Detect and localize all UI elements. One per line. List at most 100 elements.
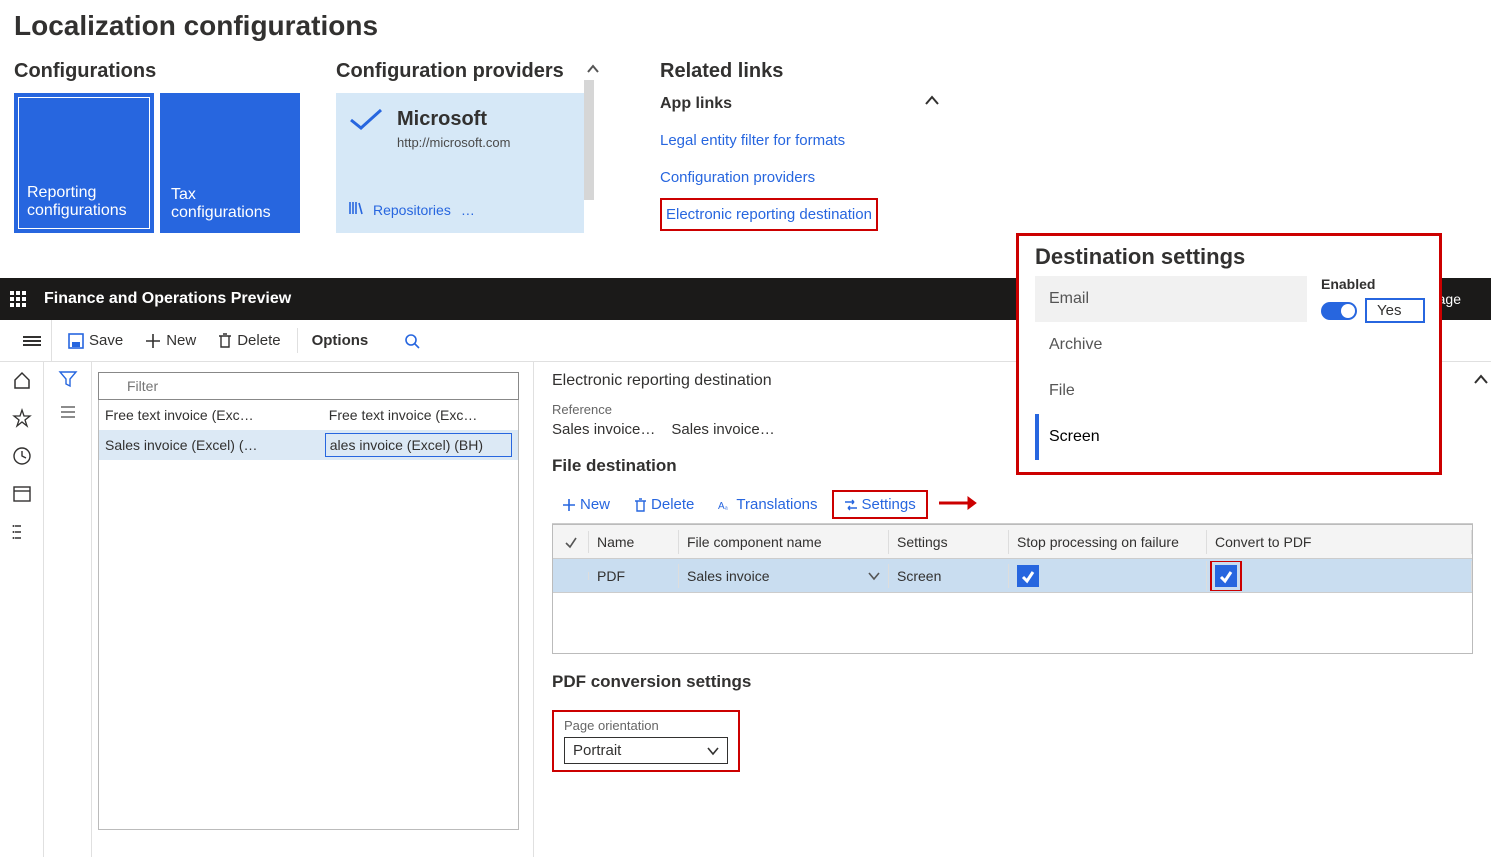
- file-dest-commands: New Delete Aᵃ Translations Settings: [552, 486, 1473, 524]
- provider-card[interactable]: Microsoft http://microsoft.com Repositor…: [336, 93, 584, 233]
- app-links-label: App links: [660, 95, 732, 113]
- dest-item-file[interactable]: File: [1035, 368, 1307, 414]
- settings-label: Settings: [862, 496, 916, 513]
- chevron-up-icon[interactable]: [1473, 372, 1489, 391]
- grid-header-row: Name File component name Settings Stop p…: [553, 525, 1472, 559]
- enabled-toggle[interactable]: [1321, 302, 1357, 320]
- filter-input[interactable]: [98, 372, 519, 400]
- cell-name[interactable]: PDF: [589, 564, 679, 588]
- link-legal-entity-filter[interactable]: Legal entity filter for formats: [660, 122, 940, 159]
- options-button[interactable]: Options: [297, 328, 379, 353]
- col-settings[interactable]: Settings: [889, 530, 1009, 554]
- related-links-heading: Related links: [660, 60, 940, 83]
- destination-settings-popover: Destination settings Email Archive File …: [1016, 233, 1442, 475]
- delete-button[interactable]: Delete: [208, 328, 290, 353]
- row-selector[interactable]: [553, 572, 589, 580]
- select-all-checkbox[interactable]: [553, 531, 589, 553]
- waffle-icon[interactable]: [10, 291, 26, 307]
- list-item-col2-edit[interactable]: ales invoice (Excel) (BH): [325, 433, 512, 457]
- new-label: New: [166, 332, 196, 349]
- link-electronic-reporting-destination[interactable]: Electronic reporting destination: [660, 198, 878, 231]
- app-links-header[interactable]: App links: [660, 93, 940, 114]
- link-configuration-providers[interactable]: Configuration providers: [660, 159, 940, 196]
- delete-button[interactable]: Delete: [624, 492, 704, 517]
- pdf-conversion-header: PDF conversion settings: [552, 672, 1473, 692]
- orientation-value: Portrait: [573, 742, 621, 759]
- recent-icon[interactable]: [12, 446, 32, 466]
- settings-button[interactable]: Settings: [832, 490, 928, 519]
- col-name[interactable]: Name: [589, 530, 679, 554]
- enabled-value[interactable]: Yes: [1365, 298, 1425, 323]
- options-label: Options: [312, 332, 369, 349]
- cell-component[interactable]: Sales invoice: [679, 564, 889, 588]
- dest-item-email[interactable]: Email: [1035, 276, 1307, 322]
- library-icon: [349, 201, 363, 218]
- reference-value: Sales invoice…: [671, 421, 774, 438]
- translations-button[interactable]: Aᵃ Translations: [708, 492, 827, 517]
- repositories-link[interactable]: Repositories: [373, 202, 451, 218]
- configurations-section: Configurations Reporting configurations …: [14, 60, 300, 233]
- workspace-icon[interactable]: [12, 484, 32, 504]
- list-item[interactable]: Free text invoice (Exc… Free text invoic…: [99, 400, 518, 430]
- check-icon: [349, 108, 383, 135]
- provider-scroll[interactable]: [584, 60, 602, 233]
- annotation-arrow-icon: [938, 495, 976, 514]
- svg-text:ᵃ: ᵃ: [725, 506, 728, 513]
- list-item-col2: Free text invoice (Exc…: [325, 403, 512, 427]
- new-button[interactable]: New: [135, 328, 206, 353]
- favorite-icon[interactable]: [12, 408, 32, 428]
- list-panel: Free text invoice (Exc… Free text invoic…: [92, 362, 534, 857]
- dest-item-screen[interactable]: Screen: [1035, 414, 1307, 460]
- cell-stop[interactable]: [1009, 561, 1207, 591]
- delete-label: Delete: [651, 496, 694, 513]
- col-stop[interactable]: Stop processing on failure: [1009, 530, 1207, 554]
- tile-label: Reporting configurations: [27, 184, 141, 220]
- chevron-up-icon[interactable]: [584, 60, 602, 78]
- list-item-col1: Free text invoice (Exc…: [105, 407, 325, 423]
- translations-label: Translations: [736, 496, 817, 513]
- enabled-label: Enabled: [1321, 276, 1425, 292]
- grid-row[interactable]: PDF Sales invoice Screen: [553, 559, 1472, 593]
- orientation-select[interactable]: Portrait: [564, 737, 728, 764]
- list-item[interactable]: Sales invoice (Excel) (… ales invoice (E…: [99, 430, 518, 460]
- cell-settings[interactable]: Screen: [889, 564, 1009, 588]
- nav-rail: [0, 362, 44, 857]
- list-view-icon[interactable]: [59, 403, 77, 424]
- chevron-up-icon: [924, 93, 940, 114]
- search-button[interactable]: [394, 329, 430, 353]
- chevron-down-icon: [707, 745, 719, 757]
- filter-pane-rail: [44, 362, 92, 857]
- save-button[interactable]: Save: [58, 328, 133, 353]
- new-button[interactable]: New: [552, 492, 620, 517]
- filter-icon[interactable]: [59, 370, 77, 391]
- providers-heading: Configuration providers: [336, 60, 584, 83]
- modules-icon[interactable]: [12, 522, 32, 542]
- list-body: Free text invoice (Exc… Free text invoic…: [98, 400, 519, 830]
- provider-url: http://microsoft.com: [397, 135, 510, 150]
- related-links-section: Related links App links Legal entity fil…: [660, 60, 940, 233]
- more-icon[interactable]: …: [461, 202, 477, 218]
- tile-reporting-configurations[interactable]: Reporting configurations: [14, 93, 154, 233]
- popover-title: Destination settings: [1035, 244, 1423, 270]
- dest-item-archive[interactable]: Archive: [1035, 322, 1307, 368]
- reference-value: Sales invoice…: [552, 421, 655, 438]
- tile-tax-configurations[interactable]: Tax configurations: [160, 93, 300, 233]
- svg-text:A: A: [718, 501, 725, 512]
- save-label: Save: [89, 332, 123, 349]
- col-pdf[interactable]: Convert to PDF: [1207, 530, 1472, 554]
- home-icon[interactable]: [12, 370, 32, 390]
- provider-name: Microsoft: [397, 108, 510, 131]
- delete-label: Delete: [237, 332, 280, 349]
- configurations-heading: Configurations: [14, 60, 300, 83]
- destination-list: Email Archive File Screen: [1035, 276, 1307, 460]
- providers-section: Configuration providers Microsoft http:/…: [336, 60, 602, 233]
- view-options-button[interactable]: [12, 320, 52, 361]
- orientation-label: Page orientation: [564, 718, 728, 733]
- col-component[interactable]: File component name: [679, 530, 889, 554]
- cell-convert-pdf[interactable]: [1207, 561, 1472, 591]
- tile-label: Tax configurations: [171, 186, 289, 222]
- list-item-col1: Sales invoice (Excel) (…: [105, 437, 325, 453]
- cell-component-value: Sales invoice: [687, 568, 770, 584]
- page-orientation-group: Page orientation Portrait: [552, 710, 740, 772]
- page-title: Localization configurations: [14, 10, 1477, 42]
